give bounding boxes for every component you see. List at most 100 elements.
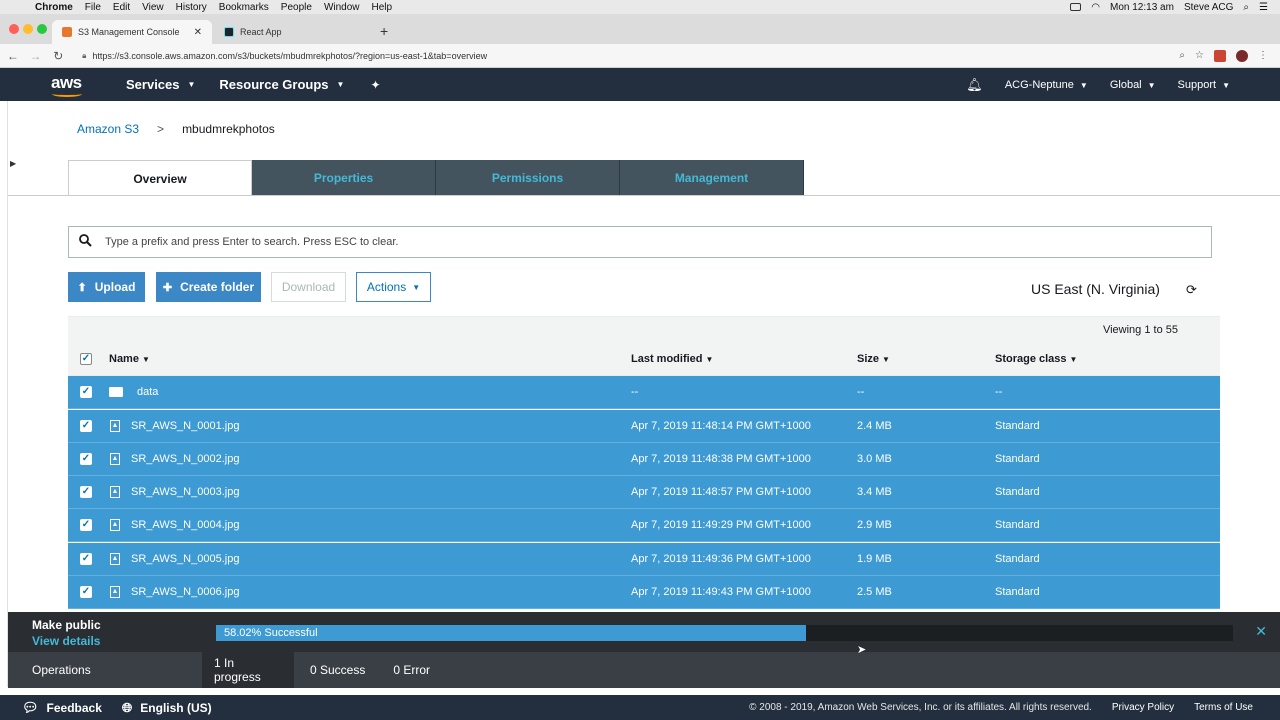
object-name[interactable]: SR_AWS_N_0002.jpg: [131, 453, 239, 465]
account-label: ACG-Neptune: [1004, 78, 1074, 91]
actions-button[interactable]: Actions ▼: [356, 272, 431, 302]
image-file-icon: ▲: [110, 553, 120, 565]
mac-menu-bookmarks[interactable]: Bookmarks: [219, 2, 269, 13]
support-menu[interactable]: Support ▼: [1178, 79, 1230, 91]
row-checkbox[interactable]: ✓: [80, 586, 92, 598]
tab-permissions[interactable]: Permissions: [436, 160, 620, 195]
mac-menu-file[interactable]: File: [85, 2, 101, 13]
extension-icon[interactable]: [1214, 49, 1226, 62]
tab-close-icon[interactable]: ✕: [194, 27, 202, 38]
region-menu[interactable]: Global ▼: [1110, 79, 1156, 91]
reload-icon[interactable]: ↻: [48, 49, 68, 63]
breadcrumb-amazon-s3[interactable]: Amazon S3: [77, 122, 139, 136]
select-all-checkbox[interactable]: ✓: [80, 353, 92, 365]
row-checkbox[interactable]: ✓: [80, 420, 92, 432]
row-checkbox[interactable]: ✓: [80, 519, 92, 531]
object-name[interactable]: SR_AWS_N_0001.jpg: [131, 420, 239, 432]
wifi-icon[interactable]: ◠: [1091, 2, 1100, 13]
zoom-icon[interactable]: ⌕: [1179, 50, 1185, 61]
upload-button[interactable]: ⬆ Upload: [68, 272, 145, 302]
in-progress-tab[interactable]: 1 In progress: [202, 652, 294, 688]
row-checkbox[interactable]: ✓: [80, 486, 92, 498]
lock-icon: 🔒︎: [82, 50, 87, 60]
object-name[interactable]: SR_AWS_N_0006.jpg: [131, 586, 239, 598]
header-modified[interactable]: Last modified ▼: [631, 353, 713, 365]
mac-user[interactable]: Steve ACG: [1184, 2, 1233, 13]
new-tab-button[interactable]: +: [380, 23, 388, 39]
aws-logo[interactable]: aws: [50, 71, 86, 99]
spotlight-icon[interactable]: ⌕: [1243, 2, 1249, 13]
pin-icon[interactable]: ✦: [370, 78, 380, 92]
mac-clock[interactable]: Mon 12:13 am: [1110, 2, 1174, 13]
notification-center-icon[interactable]: ☰: [1259, 2, 1268, 13]
battery-icon[interactable]: [1070, 3, 1082, 11]
bookmark-star-icon[interactable]: ☆: [1195, 50, 1204, 61]
window-minimize-button[interactable]: [23, 24, 33, 34]
object-name[interactable]: SR_AWS_N_0003.jpg: [131, 486, 239, 498]
header-name[interactable]: Name ▼: [109, 353, 150, 365]
mac-menu-help[interactable]: Help: [372, 2, 393, 13]
object-name[interactable]: SR_AWS_N_0004.jpg: [131, 519, 239, 531]
object-name[interactable]: SR_AWS_N_0005.jpg: [131, 553, 239, 565]
success-tab[interactable]: 0 Success: [310, 663, 365, 677]
table-row[interactable]: ✓ ▲ SR_AWS_N_0003.jpg Apr 7, 2019 11:48:…: [68, 476, 1220, 509]
table-row[interactable]: ✓ ▲ SR_AWS_N_0001.jpg Apr 7, 2019 11:48:…: [68, 410, 1220, 443]
viewing-bar: Viewing 1 to 55: [68, 316, 1220, 342]
browser-tab-react[interactable]: React App: [214, 20, 374, 44]
header-storage[interactable]: Storage class ▼: [995, 353, 1077, 365]
table-row[interactable]: ✓ ▲ SR_AWS_N_0004.jpg Apr 7, 2019 11:49:…: [68, 509, 1220, 542]
row-checkbox[interactable]: ✓: [80, 553, 92, 565]
object-name[interactable]: data: [137, 386, 158, 398]
table-header: ✓ Name ▼ Last modified ▼ Size ▼ Storage cla…: [68, 342, 1220, 376]
account-menu[interactable]: ACG-Neptune ▼: [1005, 79, 1088, 91]
bell-icon[interactable]: 🔔︎: [966, 77, 983, 93]
mac-menu-edit[interactable]: Edit: [113, 2, 130, 13]
forward-icon[interactable]: →: [26, 49, 46, 63]
tab-management[interactable]: Management: [620, 160, 804, 195]
services-menu[interactable]: Services ▼: [126, 77, 195, 92]
chevron-down-icon: ▼: [1222, 80, 1230, 90]
search-input[interactable]: [105, 236, 1105, 248]
profile-avatar-icon[interactable]: [1236, 49, 1248, 62]
table-row[interactable]: ✓ ▲ SR_AWS_N_0002.jpg Apr 7, 2019 11:48:…: [68, 443, 1220, 476]
mac-menu-history[interactable]: History: [176, 2, 207, 13]
object-storage: Standard: [995, 486, 1040, 498]
url-bar[interactable]: 🔒︎ https://s3.console.aws.amazon.com/s3/…: [76, 46, 1179, 66]
table-row[interactable]: ✓ ▲ SR_AWS_N_0005.jpg Apr 7, 2019 11:49:…: [68, 543, 1220, 576]
breadcrumb: Amazon S3 > mbudmrekphotos: [77, 122, 275, 136]
feedback-button[interactable]: 💬︎ Feedback: [22, 700, 102, 716]
operation-progress-bar: 58.02% Successful: [216, 625, 1233, 641]
back-icon[interactable]: ←: [3, 49, 23, 63]
create-folder-button[interactable]: ✚ Create folder: [156, 272, 261, 302]
sort-down-icon: ▼: [705, 355, 714, 364]
upload-label: Upload: [94, 280, 136, 294]
copyright-text: © 2008 - 2019, Amazon Web Services, Inc.…: [749, 702, 1092, 713]
window-zoom-button[interactable]: [37, 24, 47, 34]
privacy-policy-link[interactable]: Privacy Policy: [1112, 702, 1174, 713]
header-size[interactable]: Size ▼: [857, 353, 890, 365]
mac-menu-view[interactable]: View: [142, 2, 164, 13]
language-selector[interactable]: 🌐︎ English (US): [122, 700, 212, 716]
download-button[interactable]: Download: [271, 272, 346, 302]
error-tab[interactable]: 0 Error: [393, 663, 430, 677]
mac-menu-app[interactable]: Chrome: [35, 2, 73, 13]
tab-properties[interactable]: Properties: [252, 160, 436, 195]
row-checkbox[interactable]: ✓: [80, 386, 92, 398]
object-modified: Apr 7, 2019 11:48:14 PM GMT+1000: [631, 420, 811, 432]
side-nav-toggle[interactable]: ▶: [0, 101, 16, 687]
browser-tab-s3[interactable]: S3 Management Console ✕: [52, 20, 212, 44]
table-row[interactable]: ✓ data -- -- --: [68, 376, 1220, 409]
row-checkbox[interactable]: ✓: [80, 453, 92, 465]
chrome-menu-icon[interactable]: ⋮: [1258, 50, 1268, 61]
refresh-icon[interactable]: ⟳: [1186, 282, 1197, 298]
terms-of-use-link[interactable]: Terms of Use: [1194, 702, 1253, 713]
window-close-button[interactable]: [9, 24, 19, 34]
mac-menu-window[interactable]: Window: [324, 2, 360, 13]
prefix-search[interactable]: [68, 226, 1212, 258]
close-icon[interactable]: ✕: [1255, 623, 1267, 640]
tab-overview[interactable]: Overview: [68, 160, 252, 196]
resource-groups-menu[interactable]: Resource Groups ▼: [219, 77, 344, 92]
mac-menu-people[interactable]: People: [281, 2, 312, 13]
view-details-link[interactable]: View details: [32, 634, 100, 648]
table-row[interactable]: ✓ ▲ SR_AWS_N_0006.jpg Apr 7, 2019 11:49:…: [68, 576, 1220, 609]
